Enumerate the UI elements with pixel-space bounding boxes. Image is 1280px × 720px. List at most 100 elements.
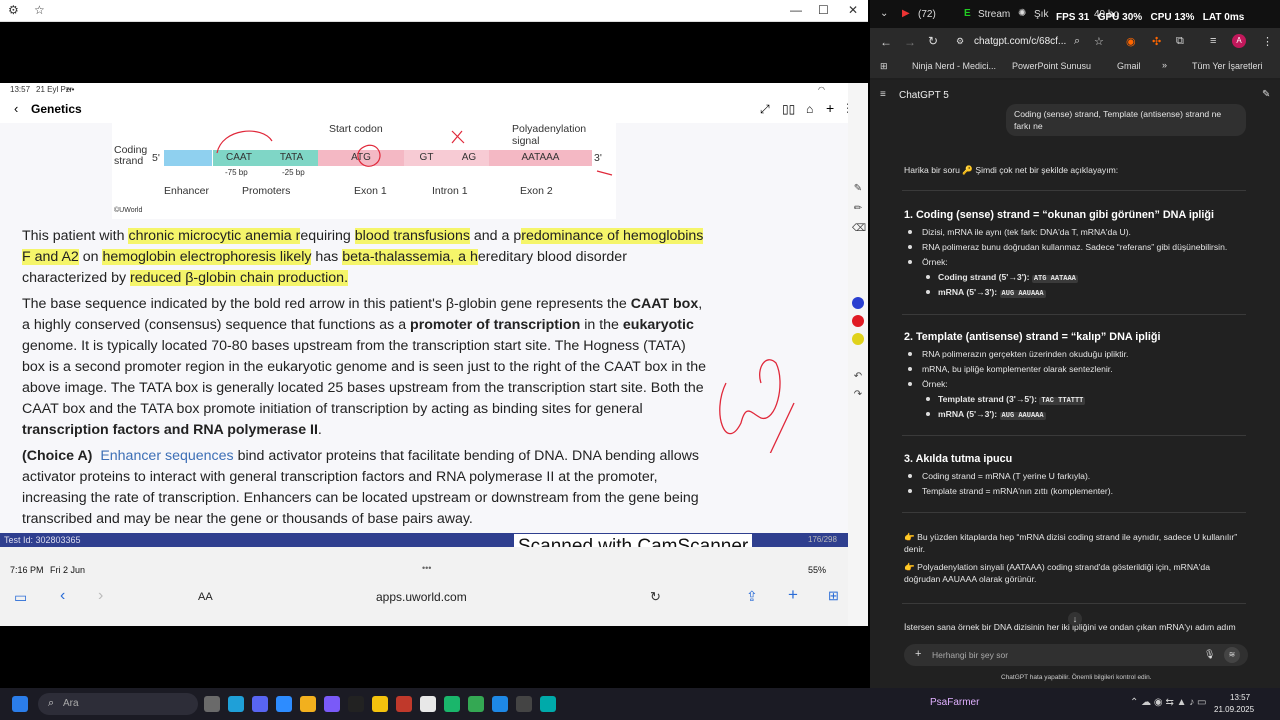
back-nav-icon[interactable]: ‹ <box>60 587 65 605</box>
gpu-label: GPU <box>1097 12 1120 23</box>
share-icon[interactable]: ⇪ <box>746 588 758 605</box>
app-icon[interactable] <box>516 696 532 712</box>
lat-label: LAT <box>1202 12 1222 23</box>
reload-icon[interactable]: ↻ <box>650 589 661 605</box>
yellow-color-swatch[interactable] <box>852 333 864 345</box>
text-size-button[interactable]: AA <box>198 591 213 603</box>
more-bookmarks-icon[interactable]: » <box>1162 60 1167 70</box>
voice-mode-icon[interactable]: ≋ <box>1224 647 1240 663</box>
back-icon[interactable]: ‹ <box>14 101 18 116</box>
new-chat-icon[interactable]: ✎ <box>1262 89 1270 100</box>
bookmark-item[interactable]: Ninja Nerd - Medici... <box>912 61 996 71</box>
all-bookmarks[interactable]: Tüm Yer İşaretleri <box>1192 61 1263 71</box>
tab-stream[interactable]: Stream <box>978 9 1010 20</box>
chrome-active-icon[interactable] <box>468 696 484 712</box>
url-field[interactable]: apps.uworld.com <box>376 590 467 604</box>
windows-start-icon[interactable] <box>12 696 28 712</box>
bookmark-star-icon[interactable]: ☆ <box>1094 35 1104 48</box>
enhancer-link[interactable]: Enhancer sequences <box>100 448 233 464</box>
safari-bar: 7:16 PM Fri 2 Jun ••• 55% ▭ ‹ › AA apps.… <box>0 547 848 626</box>
close-icon[interactable]: ✕ <box>848 3 858 17</box>
tab-youtube[interactable]: (72) <box>918 9 936 20</box>
extensions-icon[interactable]: ⧉ <box>1176 35 1184 48</box>
maximize-icon[interactable]: ☐ <box>818 3 829 17</box>
avatar[interactable]: A <box>1232 34 1246 48</box>
sidebar-icon[interactable]: ▭ <box>14 589 27 606</box>
search-box[interactable]: ⌕ Ara <box>38 693 198 715</box>
add-icon[interactable]: + <box>826 100 834 116</box>
sidebar-toggle-icon[interactable]: ≡ <box>880 89 886 100</box>
paragraph-summary: This patient with chronic microcytic ane… <box>22 226 712 289</box>
book-icon[interactable]: ▯▯ <box>782 102 795 116</box>
forward-icon[interactable]: → <box>904 35 916 49</box>
chat-area: ≡ ChatGPT 5 ✎ Coding (sense) strand, Tem… <box>870 80 1280 688</box>
app-icon[interactable] <box>324 696 340 712</box>
bullet <box>908 245 912 249</box>
mic-icon[interactable]: 🎙 <box>1204 649 1215 660</box>
bold-text: transcription factors and RNA polymerase… <box>22 422 318 438</box>
app-icon[interactable] <box>540 696 556 712</box>
minimize-icon[interactable]: — <box>790 3 802 17</box>
annotation-toolbar: ✎ ✏ ⌫ ↶ ↷ <box>848 83 868 626</box>
edge-icon[interactable] <box>228 696 244 712</box>
s3-bullet-1: Coding strand = mRNA (T yerine U farkıyl… <box>922 471 1091 481</box>
lat-value: 0ms <box>1224 12 1245 23</box>
file-explorer-icon[interactable] <box>300 696 316 712</box>
safari-time: 7:16 PM <box>10 565 44 575</box>
bold-text: CAAT box <box>630 296 699 312</box>
code-snippet: AUG AAUAAA <box>999 290 1046 298</box>
chat-input[interactable]: Herhangi bir şey sor <box>932 650 1008 660</box>
new-tab-icon[interactable]: + <box>788 585 798 605</box>
bookmark-item[interactable]: PowerPoint Sunusu <box>1012 61 1091 71</box>
paragraph-explanation: The base sequence indicated by the bold … <box>22 294 712 441</box>
user-badge[interactable]: PsaFarmer <box>930 697 979 708</box>
pen-icon[interactable]: ✎ <box>852 183 864 195</box>
redo-icon[interactable]: ↷ <box>852 389 864 401</box>
expand-icon[interactable]: ⤢ <box>760 102 770 117</box>
reload-icon[interactable]: ↻ <box>928 34 938 48</box>
url-field[interactable]: chatgpt.com/c/68cf... <box>974 36 1066 47</box>
bookmark-icon[interactable]: ⌂ <box>806 102 813 116</box>
marker-icon[interactable]: ✏ <box>852 203 864 215</box>
red-color-swatch[interactable] <box>852 315 864 327</box>
chrome-icon[interactable] <box>372 696 388 712</box>
tab-menu-icon[interactable]: ⌄ <box>880 8 888 19</box>
eraser-icon[interactable]: ⌫ <box>852 223 866 235</box>
code-snippet: TAC TTATTT <box>1039 397 1086 405</box>
menu-icon[interactable]: ⋮ <box>1262 35 1273 48</box>
tab-chatgpt[interactable]: Şık <box>1034 9 1048 20</box>
window-titlebar: ⚙ ☆ — ☐ ✕ <box>0 0 868 22</box>
media-icon[interactable]: ≡ <box>1210 35 1216 47</box>
back-icon[interactable]: ← <box>880 35 892 49</box>
opera-icon[interactable] <box>396 696 412 712</box>
forward-nav-icon[interactable]: › <box>98 587 103 605</box>
tray-icons[interactable]: ⌃ ☁ ◉ ⇆ ▲ ♪ ▭ <box>1130 697 1207 708</box>
attach-icon[interactable]: + <box>915 648 921 660</box>
s1-example-2-label: mRNA (5'→3'): <box>938 287 998 297</box>
undo-icon[interactable]: ↶ <box>852 371 864 383</box>
apps-icon[interactable]: ⊞ <box>880 61 888 72</box>
more-dots-icon[interactable]: ••• <box>422 563 431 573</box>
app-icon[interactable] <box>276 696 292 712</box>
extension-icon[interactable]: ✣ <box>1152 35 1161 48</box>
model-selector[interactable]: ChatGPT 5 <box>899 90 949 101</box>
site-info-icon[interactable]: ⚙ <box>956 36 964 47</box>
s2-example-2: mRNA (5'→3'): AUG AAUAAA <box>938 408 1046 422</box>
star-icon[interactable]: ☆ <box>34 3 45 17</box>
extension-icon[interactable]: ◉ <box>1126 35 1136 48</box>
scroll-down-icon[interactable]: ↓ <box>1068 612 1082 626</box>
terminal-icon[interactable] <box>348 696 364 712</box>
divider <box>902 512 1246 513</box>
task-view-icon[interactable] <box>204 696 220 712</box>
app-icon[interactable] <box>492 696 508 712</box>
blue-color-swatch[interactable] <box>852 297 864 309</box>
tabs-icon[interactable]: ⊞ <box>828 588 839 604</box>
discord-icon[interactable] <box>252 696 268 712</box>
bookmark-item[interactable]: Gmail <box>1117 61 1141 71</box>
bookmarks-bar: ⊞ Ninja Nerd - Medici... PowerPoint Sunu… <box>870 56 1280 78</box>
notes-icon[interactable] <box>420 696 436 712</box>
settings-icon[interactable]: ⚙ <box>8 3 19 17</box>
ellipsis-icon: ••• <box>66 85 75 94</box>
app-icon[interactable] <box>444 696 460 712</box>
zoom-icon[interactable]: ⌕ <box>1074 35 1080 48</box>
